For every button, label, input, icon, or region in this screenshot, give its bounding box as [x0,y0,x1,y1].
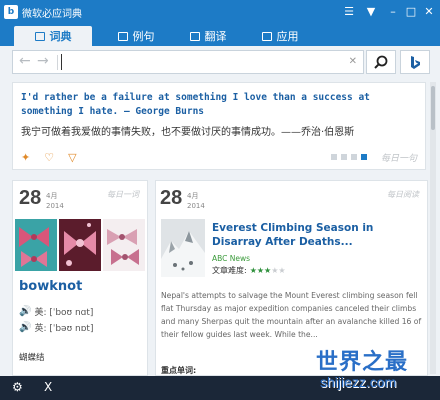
scrollbar-thumb[interactable] [431,86,435,130]
card-month: 4月 [46,192,58,200]
share-icon[interactable]: ✦ [21,151,30,164]
tab-apps[interactable]: 应用 [244,26,316,46]
watermark-en: shijiezz.com [320,374,397,390]
tab-examples[interactable]: 例句 [100,26,172,46]
app-logo-icon: b [4,5,18,19]
search-icon [374,55,388,69]
search-button[interactable] [366,50,396,74]
gear-icon[interactable]: ⚙ [12,380,23,394]
tab-label: 词典 [49,30,72,43]
bow-image [59,219,101,271]
arrow-down-icon[interactable]: ▼ [362,3,380,21]
bow-image [103,219,145,271]
book-icon [34,31,45,41]
bing-button[interactable] [400,50,430,74]
bow-image [15,219,57,271]
difficulty-label: 文章难度: [212,266,247,275]
forward-arrow-icon[interactable]: → [37,53,49,69]
quote-actions: ✦ ♡ ▽ [21,151,77,164]
apps-icon [261,31,272,41]
news-source: ABC News [212,254,251,263]
maximize-icon[interactable]: □ [402,3,420,21]
tab-translate[interactable]: 翻译 [172,26,244,46]
clear-icon[interactable]: ✕ [349,56,357,67]
news-image [161,219,205,277]
pronunciation-uk: 🔊 英: [ˈbəʊ nɒt] [19,321,93,334]
tab-label: 翻译 [204,30,227,43]
pronunciation-text: 英: [ˈbəʊ nɒt] [34,324,94,334]
close-icon[interactable]: ✕ [420,3,438,21]
tab-label: 应用 [276,30,299,43]
news-title[interactable]: Everest Climbing Season in Disarray Afte… [212,221,422,249]
word-image [15,219,145,271]
news-body: Nepal's attempts to salvage the Mount Ev… [161,291,422,339]
card-year: 2014 [46,202,64,210]
word-of-day-card[interactable]: 28 4月 2014 每日一词 bowknot 🔊 美: [ˈboʊ nɑt] … [12,180,148,376]
trophy-icon[interactable]: ▽ [68,151,76,164]
back-arrow-icon[interactable]: ← [19,53,31,69]
pager-dot-active[interactable] [361,154,367,160]
key-words-label: 重点单词: [161,366,197,375]
tab-bar: 词典 例句 翻译 应用 [0,24,440,46]
card-day: 28 [19,187,42,209]
title-bar: b 微软必应词典 ☰ ▼ – □ ✕ [0,0,440,24]
heart-icon[interactable]: ♡ [44,151,54,164]
quote-chinese: 我宁可做着我爱做的事情失败，也不要做讨厌的事情成功。——乔治·伯恩斯 [21,127,355,138]
translate-icon [189,31,200,41]
bing-logo-icon [411,56,420,69]
word-title[interactable]: bowknot [19,279,82,294]
separator [57,55,58,70]
search-bar: ← → ✕ [12,50,364,74]
pager-dot[interactable] [331,154,337,160]
word-meaning: 蝴蝶结 [19,353,45,363]
quote-english: I'd rather be a failure at something I l… [21,92,370,117]
vertical-scrollbar[interactable] [430,82,436,374]
card-day: 28 [160,187,183,209]
speaker-icon[interactable]: 🔊 [19,306,31,317]
pronunciation-us: 🔊 美: [ˈboʊ nɑt] [19,305,93,318]
tab-dictionary[interactable]: 词典 [14,26,92,46]
star-rating-icon: ★★★★★ [249,266,286,275]
daily-quote-card: I'd rather be a failure at something I l… [12,82,426,170]
pager-dot[interactable] [341,154,347,160]
watermark: 世界之最 shijiezz.com [312,344,438,396]
card-label: 每日一词 [107,190,139,199]
minimize-icon[interactable]: – [384,3,402,21]
sentence-icon [117,31,128,41]
quote-daily-label: 每日一句 [380,154,417,164]
card-label: 每日阅读 [387,190,419,199]
search-input[interactable] [61,54,351,70]
quote-pager [331,154,367,160]
pronunciation-text: 美: [ˈboʊ nɑt] [34,308,94,318]
card-year: 2014 [187,202,205,210]
watermark-cn: 世界之最 [316,350,409,375]
pager-dot[interactable] [351,154,357,160]
microphone-icon[interactable]: Χ [44,380,52,394]
tab-label: 例句 [132,30,155,43]
difficulty-rating: 文章难度: ★★★★★ [212,265,286,276]
shirt-icon[interactable]: ☰ [340,3,358,21]
window-title: 微软必应词典 [22,9,82,20]
card-month: 4月 [187,192,199,200]
speaker-icon[interactable]: 🔊 [19,322,31,333]
